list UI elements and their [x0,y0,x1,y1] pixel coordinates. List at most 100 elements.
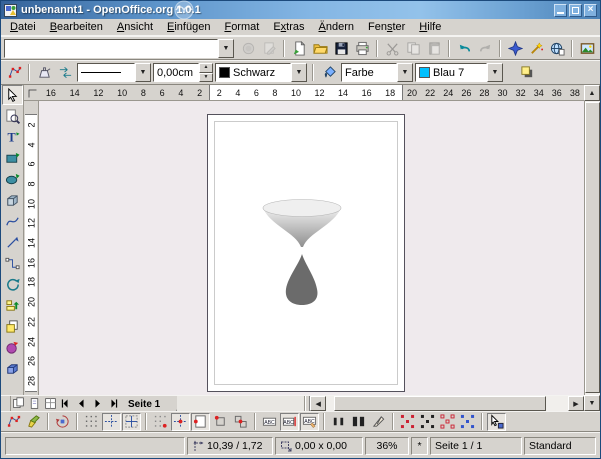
hscroll-right-icon[interactable]: ▶ [568,396,584,411]
next-page-icon[interactable] [90,396,105,411]
minimize-icon[interactable] [554,4,567,17]
status-modified[interactable]: * [411,437,428,455]
connector-tool[interactable] [2,253,23,273]
hscroll-thumb[interactable] [334,396,547,411]
handles-blue-icon[interactable] [458,413,477,431]
undo-icon[interactable] [454,38,474,58]
menu-extras[interactable]: Extras [266,20,311,34]
3d-controller-tool[interactable] [2,358,23,378]
handles-plain-icon[interactable] [398,413,417,431]
status-page[interactable]: Seite 1 / 1 [430,437,522,455]
curve-tool[interactable] [2,211,23,231]
arrange-tool[interactable] [2,316,23,336]
double-click-edit-text-icon[interactable]: ABC [300,413,319,431]
menu-format[interactable]: Format [217,20,266,34]
alignment-tool[interactable] [2,295,23,315]
layer-view-icon[interactable] [43,396,58,411]
fill-style-select[interactable]: Farbe ▼ [341,63,413,82]
large-handles-icon[interactable] [349,413,368,431]
quick-edit-icon[interactable]: ABC [260,413,279,431]
menu-bearbeiten[interactable]: Bearbeiten [43,20,110,34]
show-grid-icon[interactable] [82,413,101,431]
text-tool[interactable]: T [2,127,23,147]
autopilot-icon[interactable] [526,38,546,58]
line-style-select[interactable]: ▼ [77,63,151,82]
3d-objects-tool[interactable] [2,190,23,210]
area-dialog-icon[interactable] [319,63,339,83]
stop-icon[interactable] [238,38,258,58]
menu-datei[interactable]: Datei [3,20,43,34]
menu-einfuegen[interactable]: Einfügen [160,20,217,34]
cut-icon[interactable] [382,38,402,58]
line-style-dropdown-icon[interactable]: ▼ [135,63,151,82]
drawing-canvas[interactable] [39,101,584,395]
helplines-while-moving-icon[interactable] [122,413,141,431]
status-template[interactable]: Standard [524,437,596,455]
menu-hilfe[interactable]: Hilfe [412,20,448,34]
width-increase-icon[interactable]: ▲ [199,63,213,73]
page-tab[interactable]: Seite 1 [121,396,177,411]
new-document-icon[interactable] [289,38,309,58]
drawing-3d-object[interactable] [262,199,342,311]
print-icon[interactable] [352,38,372,58]
vscroll-up-icon[interactable]: ▲ [584,85,600,101]
previous-page-icon[interactable] [74,396,89,411]
paste-icon[interactable] [424,38,444,58]
arrow-style-icon[interactable] [55,63,75,83]
fill-color-select[interactable]: Blau 7 ▼ [415,63,503,82]
first-page-icon[interactable] [58,396,73,411]
rotation-mode-icon[interactable] [53,413,72,431]
master-view-icon[interactable] [27,396,42,411]
line-color-dropdown-icon[interactable]: ▼ [291,63,307,82]
vscroll-down-icon[interactable]: ▼ [584,395,600,411]
quill-edit-icon[interactable] [369,413,388,431]
snap-to-object-border-icon[interactable] [211,413,230,431]
maximize-icon[interactable] [569,4,582,17]
edit-points-icon[interactable] [4,63,24,83]
zoom-tool[interactable] [2,106,23,126]
edit-points-mode-icon[interactable] [4,413,23,431]
snap-to-snap-lines-icon[interactable] [171,413,190,431]
effects-tool[interactable] [2,337,23,357]
fill-color-dropdown-icon[interactable]: ▼ [487,63,503,82]
copy-icon[interactable] [403,38,423,58]
open-icon[interactable] [310,38,330,58]
shadow-icon[interactable] [517,63,537,83]
horizontal-ruler[interactable]: 161412108642 24681012141618 202224262830… [39,85,584,101]
url-input[interactable] [4,39,218,58]
line-color-select[interactable]: Schwarz ▼ [215,63,307,82]
modify-with-attributes-icon[interactable] [487,413,506,431]
select-tool[interactable] [2,85,23,105]
vertical-ruler[interactable]: 246810121416182022242628 [24,101,39,395]
rectangle-tool[interactable] [2,148,23,168]
snap-to-page-margins-icon[interactable] [191,413,210,431]
ellipse-tool[interactable] [2,169,23,189]
menu-aendern[interactable]: Ändern [312,20,361,34]
handles-mixed-icon[interactable] [438,413,457,431]
menu-fenster[interactable]: Fenster [361,20,412,34]
horizontal-scrollbar[interactable] [326,396,568,411]
snap-to-grid-icon[interactable] [102,413,121,431]
menu-ansicht[interactable]: Ansicht [110,20,160,34]
page-view-icon[interactable] [11,396,26,411]
glue-points-icon[interactable] [24,413,43,431]
navigator-icon[interactable] [505,38,525,58]
gallery-icon[interactable] [577,38,597,58]
vscroll-thumb[interactable] [585,102,600,393]
status-position[interactable]: 10,39 / 1,72 [187,437,273,455]
edit-file-icon[interactable] [259,38,279,58]
fill-style-dropdown-icon[interactable]: ▼ [397,63,413,82]
handles-black-icon[interactable] [418,413,437,431]
width-decrease-icon[interactable]: ▼ [199,73,213,83]
web-document-icon[interactable] [547,38,567,58]
vertical-scrollbar[interactable] [584,101,600,395]
status-zoom[interactable]: 36% [365,437,409,455]
snap-to-object-points-icon[interactable] [231,413,250,431]
line-width-stepper[interactable]: 0,00cm ▲▼ [153,63,213,82]
url-dropdown-icon[interactable]: ▼ [218,39,234,58]
close-icon[interactable]: × [584,4,597,17]
status-size[interactable]: 0,00 x 0,00 [275,437,363,455]
select-text-area-icon[interactable]: ABC [280,413,299,431]
redo-icon[interactable] [475,38,495,58]
rotate-tool[interactable] [2,274,23,294]
